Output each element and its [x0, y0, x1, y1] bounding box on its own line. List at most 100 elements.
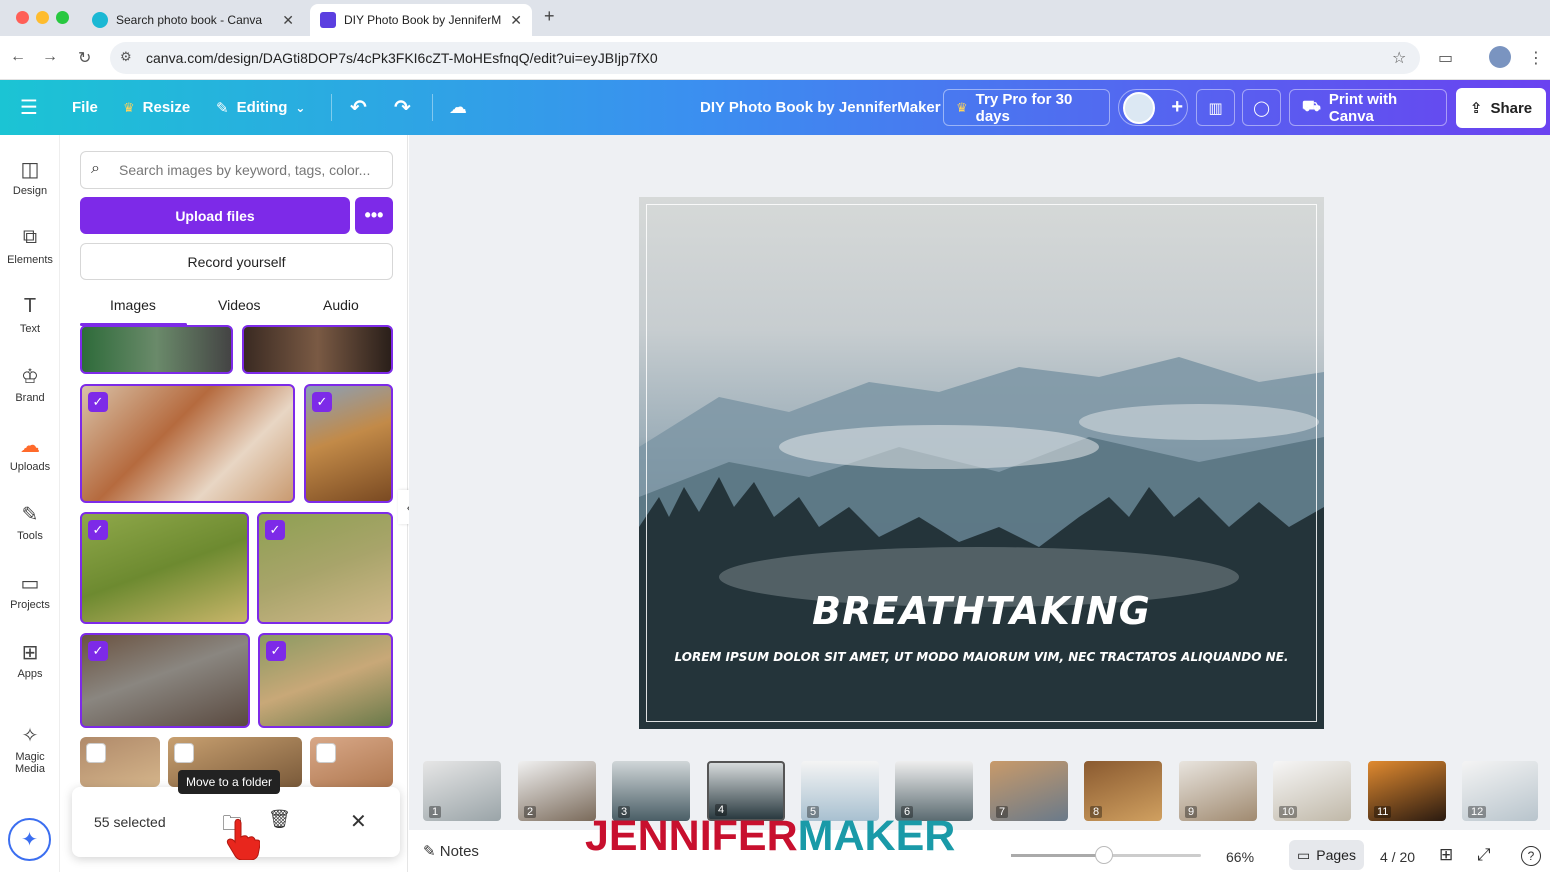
url-text: canva.com/design/DAGti8DOP7s/4cPk3FKI6cZ… — [146, 50, 658, 66]
page-thumbnail[interactable]: 8 — [1084, 761, 1162, 821]
url-field[interactable]: ⚙ canva.com/design/DAGti8DOP7s/4cPk3FKI6… — [110, 42, 1420, 74]
unselected-checkbox[interactable] — [174, 743, 194, 763]
nav-brand[interactable]: ♔ Brand — [0, 364, 60, 404]
nav-elements[interactable]: ⧉ Elements — [0, 226, 60, 266]
page-thumbnail[interactable]: 7 — [990, 761, 1068, 821]
nav-design[interactable]: ◫ Design — [0, 157, 60, 197]
nav-apps[interactable]: ⊞ Apps — [0, 640, 60, 680]
pages-toggle-button[interactable]: ▭ Pages — [1289, 840, 1364, 870]
close-window-button[interactable] — [16, 11, 29, 24]
design-page[interactable]: BREATHTAKING LOREM IPSUM DOLOR SIT AMET,… — [639, 197, 1324, 729]
record-yourself-button[interactable]: Record yourself — [80, 243, 393, 280]
image-thumbnail[interactable]: ✓ — [257, 512, 393, 624]
tab-audio[interactable]: Audio — [323, 297, 359, 313]
selected-checkbox[interactable]: ✓ — [88, 392, 108, 412]
image-thumbnail[interactable] — [80, 325, 233, 374]
cloud-saved-icon[interactable]: ☁ — [449, 80, 467, 135]
selected-checkbox[interactable]: ✓ — [265, 520, 285, 540]
fullscreen-icon[interactable]: ⤢ — [1477, 845, 1491, 865]
page-thumbnail[interactable]: 11 — [1368, 761, 1446, 821]
print-with-canva-button[interactable]: ⛟ Print with Canva — [1289, 89, 1447, 126]
share-button[interactable]: ⇪ Share — [1456, 88, 1546, 128]
zoom-slider-fill — [1011, 854, 1103, 857]
nav-label: Text — [19, 323, 41, 335]
cast-icon[interactable]: ▭ — [1438, 48, 1453, 68]
upload-files-button[interactable]: Upload files — [80, 197, 350, 234]
selected-checkbox[interactable]: ✓ — [88, 520, 108, 540]
document-title[interactable]: DIY Photo Book by JenniferMaker — [700, 80, 941, 135]
zoom-slider-thumb[interactable] — [1095, 846, 1113, 864]
zoom-slider-track[interactable] — [1011, 846, 1201, 864]
redo-icon[interactable]: ↷ — [394, 80, 411, 135]
page-thumbnail[interactable]: 12 — [1462, 761, 1538, 821]
hamburger-menu-icon[interactable]: ☰ — [20, 80, 38, 135]
image-thumbnail[interactable] — [310, 737, 393, 787]
nav-label: Elements — [7, 254, 53, 266]
page-number: 7 — [996, 806, 1009, 818]
collaborators-group[interactable]: + — [1118, 89, 1188, 126]
profile-avatar[interactable] — [1489, 46, 1511, 68]
back-icon[interactable]: ← — [10, 48, 26, 66]
image-thumbnail[interactable]: ✓ — [80, 633, 250, 728]
headline-text[interactable]: BREATHTAKING — [639, 589, 1324, 633]
trash-icon[interactable]: 🗑 — [268, 809, 291, 830]
notes-button[interactable]: ✎ Notes — [423, 842, 479, 860]
page-thumbnail[interactable]: 1 — [423, 761, 501, 821]
insights-button[interactable]: ▥ — [1196, 89, 1235, 126]
more-options-button[interactable]: ••• — [355, 197, 393, 234]
brand-icon: ♔ — [21, 366, 39, 388]
unselected-checkbox[interactable] — [316, 743, 336, 763]
browser-menu-icon[interactable]: ⋮ — [1528, 48, 1544, 68]
zoom-level[interactable]: 66% — [1226, 849, 1254, 865]
image-thumbnail[interactable]: ✓ — [304, 384, 393, 503]
search-input[interactable]: ⌕ Search images by keyword, tags, color.… — [80, 151, 393, 189]
undo-icon[interactable]: ↶ — [350, 80, 367, 135]
site-settings-icon[interactable]: ⚙ — [120, 49, 132, 65]
magic-assistant-icon[interactable]: ✦ — [8, 818, 51, 861]
image-thumbnail[interactable]: ✓ — [258, 633, 393, 728]
hand-cursor-icon — [226, 818, 261, 861]
close-tab-icon[interactable]: ✕ — [510, 12, 522, 29]
image-thumbnail[interactable] — [80, 737, 160, 787]
resize-button[interactable]: ♛ Resize — [123, 80, 190, 135]
maximize-window-button[interactable] — [56, 11, 69, 24]
page-thumbnail[interactable]: 10 — [1273, 761, 1351, 821]
add-collaborator-icon[interactable]: + — [1171, 96, 1183, 119]
subtitle-text[interactable]: LOREM IPSUM DOLOR SIT AMET, UT MODO MAIO… — [639, 650, 1324, 664]
page-thumbnail[interactable]: 9 — [1179, 761, 1257, 821]
close-tab-icon[interactable]: ✕ — [282, 12, 294, 29]
selected-checkbox[interactable]: ✓ — [88, 641, 108, 661]
nav-tools[interactable]: ✎ Tools — [0, 502, 60, 542]
browser-tab-design[interactable]: DIY Photo Book by JenniferM ✕ — [310, 4, 532, 36]
selected-checkbox[interactable]: ✓ — [312, 392, 332, 412]
bookmark-star-icon[interactable]: ☆ — [1392, 48, 1406, 68]
browser-tab-search[interactable]: Search photo book - Canva ✕ — [82, 4, 304, 36]
nav-magic-media[interactable]: ✧ Magic Media — [0, 723, 60, 775]
new-tab-icon[interactable]: + — [544, 6, 555, 27]
tab-videos[interactable]: Videos — [218, 297, 261, 313]
selected-checkbox[interactable]: ✓ — [266, 641, 286, 661]
comments-button[interactable]: ◯ — [1242, 89, 1281, 126]
file-menu-button[interactable]: File — [72, 80, 98, 135]
tab-images[interactable]: Images — [110, 297, 156, 313]
unselected-checkbox[interactable] — [86, 743, 106, 763]
image-thumbnail[interactable]: ✓ — [80, 384, 295, 503]
page-border-frame — [646, 204, 1317, 722]
document-title-text: DIY Photo Book by JenniferMaker — [700, 99, 941, 116]
forward-icon[interactable]: → — [42, 48, 58, 66]
editing-mode-dropdown[interactable]: ✎ Editing ⌄ — [216, 80, 305, 135]
record-label: Record yourself — [187, 253, 286, 270]
nav-uploads[interactable]: ☁ Uploads — [0, 433, 60, 473]
reload-icon[interactable]: ↻ — [78, 48, 91, 68]
image-thumbnail[interactable] — [242, 325, 393, 374]
try-pro-button[interactable]: ♛ Try Pro for 30 days — [943, 89, 1110, 126]
image-thumbnail[interactable]: ✓ — [80, 512, 249, 624]
close-icon[interactable]: ✕ — [350, 809, 367, 834]
grid-view-icon[interactable]: ⊞ — [1439, 845, 1453, 865]
minimize-window-button[interactable] — [36, 11, 49, 24]
nav-text[interactable]: T Text — [0, 295, 60, 335]
user-avatar[interactable] — [1123, 91, 1155, 124]
help-icon[interactable]: ? — [1521, 846, 1541, 866]
browser-tab-bar: Search photo book - Canva ✕ DIY Photo Bo… — [0, 0, 1550, 36]
nav-projects[interactable]: ▭ Projects — [0, 571, 60, 611]
